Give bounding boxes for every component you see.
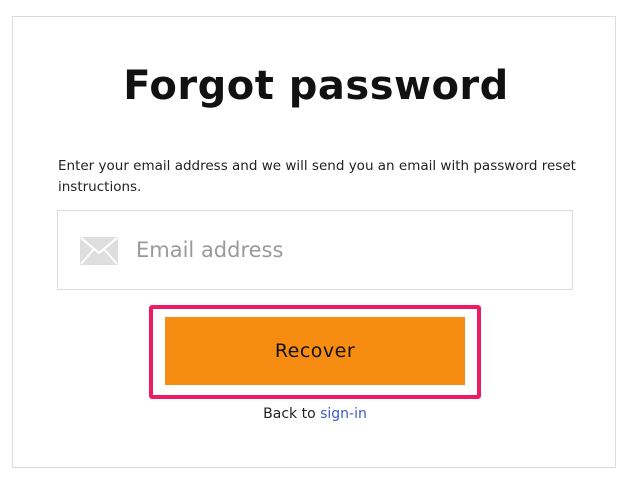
page-title: Forgot password bbox=[123, 63, 509, 109]
instructions-text: Enter your email address and we will sen… bbox=[58, 158, 576, 195]
back-to-prefix: Back to bbox=[263, 406, 316, 422]
back-to-signin-line: Back to sign-in bbox=[0, 404, 630, 424]
mail-icon bbox=[80, 237, 118, 265]
email-input[interactable] bbox=[136, 211, 556, 289]
email-field[interactable] bbox=[57, 210, 573, 290]
signin-link[interactable]: sign-in bbox=[320, 406, 367, 422]
recover-button[interactable]: Recover bbox=[165, 317, 465, 385]
